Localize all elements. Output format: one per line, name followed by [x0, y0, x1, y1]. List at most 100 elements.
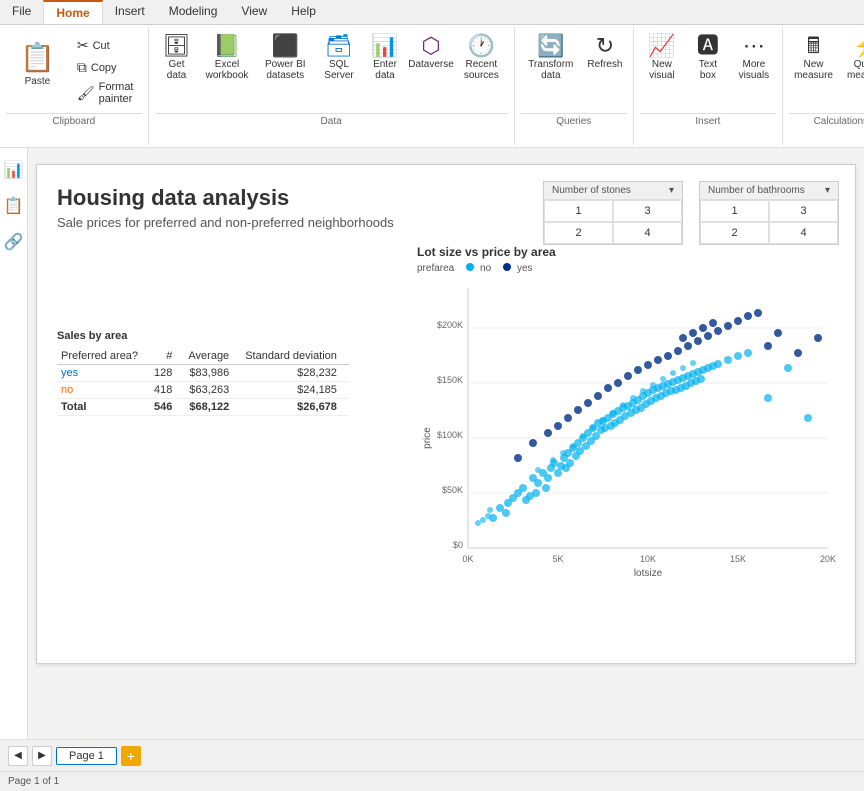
ribbon-content: 📋 Paste ✂ Cut ⧉ Copy 🖌 Format: [0, 25, 864, 147]
bath-filter-val-4[interactable]: 4: [769, 222, 838, 244]
col-stddev: Standard deviation: [241, 348, 349, 365]
text-box-button[interactable]: 🅰 Text box: [686, 31, 730, 85]
tab-file[interactable]: File: [0, 0, 43, 24]
bottom-bar: ◀ ▶ Page 1 +: [0, 739, 864, 771]
bathrooms-filter[interactable]: Number of bathrooms ▾ 1 3 2 4: [699, 181, 839, 245]
canvas-area[interactable]: Housing data analysis Sale prices for pr…: [28, 148, 864, 739]
sidebar-icon-data[interactable]: 📋: [0, 192, 27, 220]
row-no-label: no: [57, 382, 150, 399]
power-bi-icon: ⬛: [272, 35, 299, 57]
paste-icon: 📋: [20, 41, 55, 74]
filter-val-1[interactable]: 1: [544, 200, 613, 222]
more-visuals-button[interactable]: ⋯ More visuals: [732, 31, 776, 85]
svg-text:$100K: $100K: [437, 430, 463, 440]
ribbon-tab-bar: File Home Insert Modeling View Help: [0, 0, 864, 25]
bathrooms-filter-values: 1 3 2 4: [700, 200, 838, 244]
tab-modeling[interactable]: Modeling: [157, 0, 230, 24]
left-sidebar: 📊 📋 🔗: [0, 148, 28, 739]
cut-button[interactable]: ✂ Cut: [71, 35, 140, 56]
insert-label: Insert: [640, 113, 776, 127]
refresh-icon: ↻: [596, 35, 614, 57]
ribbon: File Home Insert Modeling View Help 📋 Pa…: [0, 0, 864, 148]
svg-text:20K: 20K: [820, 554, 836, 564]
filter-val-2[interactable]: 2: [544, 222, 613, 244]
row-yes-label: yes: [57, 365, 150, 382]
data-group-label: Data: [155, 113, 508, 127]
sql-server-button[interactable]: 🗃 SQL Server: [317, 31, 361, 85]
stones-filter[interactable]: Number of stones ▾ 1 3 2 4: [543, 181, 683, 245]
row-yes-avg: $83,986: [184, 365, 241, 382]
svg-text:$0: $0: [453, 540, 463, 550]
row-yes-count: 128: [150, 365, 184, 382]
quick-measure-icon: ⚡: [853, 35, 864, 57]
dataverse-button[interactable]: ⬡ Dataverse: [409, 31, 453, 74]
svg-text:$200K: $200K: [437, 320, 463, 330]
new-visual-button[interactable]: 📈 New visual: [640, 31, 684, 85]
cut-icon: ✂: [77, 37, 89, 54]
calculations-group: 🖩 New measure ⚡ Quick measure Calculatio…: [783, 27, 864, 145]
legend-yes: yes: [503, 263, 532, 274]
sidebar-icon-chart[interactable]: 📊: [0, 156, 27, 184]
recent-sources-button[interactable]: 🕐 Recent sources: [455, 31, 508, 85]
legend-label: prefarea: [417, 263, 454, 274]
row-total-label: Total: [57, 399, 150, 416]
status-text: Page 1 of 1: [8, 776, 59, 787]
bath-filter-val-1[interactable]: 1: [700, 200, 769, 222]
bath-filter-val-3[interactable]: 3: [769, 200, 838, 222]
new-visual-icon: 📈: [648, 35, 675, 57]
get-data-button[interactable]: 🗄 Get data: [155, 31, 199, 85]
col-preferred: Preferred area?: [57, 348, 150, 365]
copy-button[interactable]: ⧉ Copy: [71, 57, 140, 78]
page-prev-button[interactable]: ◀: [8, 746, 28, 766]
quick-measure-button[interactable]: ⚡ Quick measure: [840, 31, 864, 85]
filter-val-3[interactable]: 3: [613, 200, 682, 222]
sidebar-icon-model[interactable]: 🔗: [0, 228, 27, 256]
sql-icon: 🗃: [325, 35, 353, 57]
legend-no: no: [466, 263, 491, 274]
scatter-chart: $0 $50K $100K $150K $200K 0K 5K 10K 15K …: [417, 278, 839, 598]
transform-data-button[interactable]: 🔄 Transform data: [521, 31, 581, 85]
stones-filter-values: 1 3 2 4: [544, 200, 682, 244]
page-1-tab[interactable]: Page 1: [56, 747, 117, 765]
scatter-legend: prefarea no yes: [417, 263, 839, 274]
refresh-button[interactable]: ↻ Refresh: [583, 31, 627, 74]
col-average: Average: [184, 348, 241, 365]
svg-text:lotsize: lotsize: [634, 568, 663, 579]
paste-button[interactable]: 📋 Paste: [12, 35, 63, 93]
filter-val-4[interactable]: 4: [613, 222, 682, 244]
filters-area: Number of stones ▾ 1 3 2 4 Number of bat…: [543, 181, 839, 245]
excel-workbook-button[interactable]: 📗 Excel workbook: [201, 31, 254, 85]
bath-filter-val-2[interactable]: 2: [700, 222, 769, 244]
row-total-std: $26,678: [241, 399, 349, 416]
svg-text:$50K: $50K: [442, 485, 463, 495]
tab-home[interactable]: Home: [43, 0, 102, 24]
tab-view[interactable]: View: [229, 0, 279, 24]
table-row-total: Total 546 $68,122 $26,678: [57, 399, 349, 416]
row-no-avg: $63,263: [184, 382, 241, 399]
insert-group: 📈 New visual 🅰 Text box ⋯ More visuals I…: [634, 27, 783, 145]
tab-help[interactable]: Help: [279, 0, 328, 24]
new-measure-icon: 🖩: [807, 35, 820, 57]
queries-group: 🔄 Transform data ↻ Refresh Queries: [515, 27, 634, 145]
enter-data-button[interactable]: 📊 Enter data: [363, 31, 407, 85]
format-painter-button[interactable]: 🖌 Format painter: [71, 79, 140, 107]
get-data-icon: 🗄: [163, 35, 191, 57]
queries-label: Queries: [521, 113, 627, 127]
stones-filter-header: Number of stones ▾: [544, 182, 682, 200]
svg-text:price: price: [422, 427, 433, 449]
tab-insert[interactable]: Insert: [103, 0, 157, 24]
svg-text:$150K: $150K: [437, 375, 463, 385]
svg-text:15K: 15K: [730, 554, 746, 564]
svg-text:10K: 10K: [640, 554, 656, 564]
add-page-button[interactable]: +: [121, 746, 141, 766]
power-bi-datasets-button[interactable]: ⬛ Power BI datasets: [256, 31, 316, 85]
sales-table: Preferred area? # Average Standard devia…: [57, 348, 349, 416]
dataverse-icon: ⬡: [421, 35, 440, 57]
app-body: 📊 📋 🔗 Housing data analysis Sale prices …: [0, 148, 864, 739]
row-total-count: 546: [150, 399, 184, 416]
row-no-std: $24,185: [241, 382, 349, 399]
table-row: yes 128 $83,986 $28,232: [57, 365, 349, 382]
page-next-button[interactable]: ▶: [32, 746, 52, 766]
new-measure-button[interactable]: 🖩 New measure: [789, 31, 838, 85]
report-page: Housing data analysis Sale prices for pr…: [36, 164, 856, 664]
